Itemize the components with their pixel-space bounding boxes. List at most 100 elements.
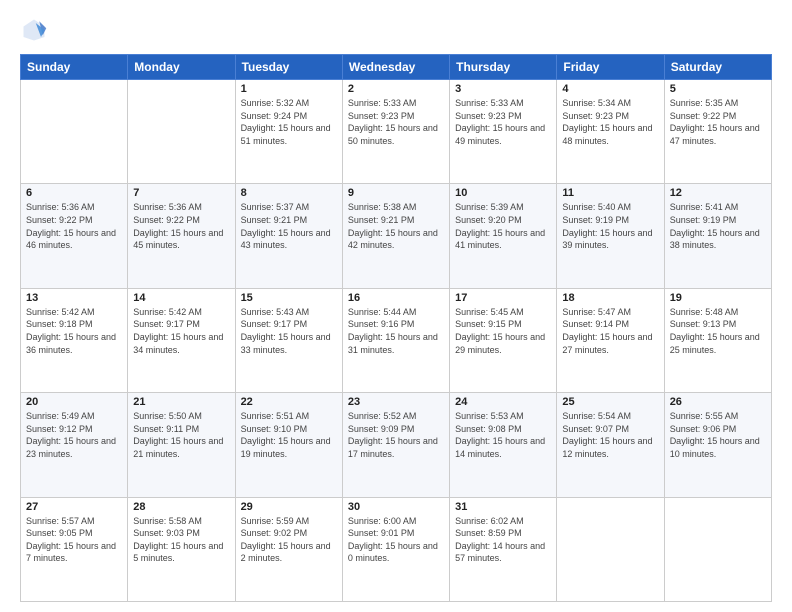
calendar-cell: 14Sunrise: 5:42 AMSunset: 9:17 PMDayligh…	[128, 288, 235, 392]
calendar-cell: 30 Sunrise: 6:00 AMSunset: 9:01 PMDayligh…	[342, 497, 449, 601]
day-number: 7	[133, 187, 229, 199]
day-number: 4	[562, 83, 658, 95]
day-number: 30	[348, 501, 444, 513]
calendar-week-1: 1 Sunrise: 5:32 AMSunset: 9:24 PMDaylight…	[21, 80, 772, 184]
weekday-header-wednesday: Wednesday	[342, 55, 449, 80]
weekday-header-thursday: Thursday	[450, 55, 557, 80]
day-info: Sunrise: 5:36 AMSunset: 9:22 PMDaylight:…	[133, 201, 229, 251]
day-number: 12	[670, 187, 766, 199]
calendar-cell: 8 Sunrise: 5:37 AMSunset: 9:21 PMDaylight…	[235, 184, 342, 288]
calendar-cell: 24 Sunrise: 5:53 AMSunset: 9:08 PMDayligh…	[450, 393, 557, 497]
day-info: Sunrise: 5:33 AMSunset: 9:23 PMDaylight:…	[348, 97, 444, 147]
logo-icon	[20, 16, 48, 44]
calendar-cell: 1 Sunrise: 5:32 AMSunset: 9:24 PMDaylight…	[235, 80, 342, 184]
calendar-week-5: 27 Sunrise: 5:57 AMSunset: 9:05 PMDayligh…	[21, 497, 772, 601]
day-number: 17	[455, 292, 551, 304]
weekday-header-tuesday: Tuesday	[235, 55, 342, 80]
calendar-cell: 11Sunrise: 5:40 AMSunset: 9:19 PMDayligh…	[557, 184, 664, 288]
day-info: Sunrise: 5:54 AMSunset: 9:07 PMDaylight:…	[562, 410, 658, 460]
day-info: Sunrise: 5:47 AMSunset: 9:14 PMDaylight:…	[562, 306, 658, 356]
day-number: 21	[133, 396, 229, 408]
weekday-header-row: SundayMondayTuesdayWednesdayThursdayFrid…	[21, 55, 772, 80]
day-number: 26	[670, 396, 766, 408]
day-number: 18	[562, 292, 658, 304]
day-info: Sunrise: 5:51 AMSunset: 9:10 PMDaylight:…	[241, 410, 337, 460]
calendar-cell: 17 Sunrise: 5:45 AMSunset: 9:15 PMDayligh…	[450, 288, 557, 392]
calendar-cell: 25 Sunrise: 5:54 AMSunset: 9:07 PMDayligh…	[557, 393, 664, 497]
day-info: Sunrise: 5:33 AMSunset: 9:23 PMDaylight:…	[455, 97, 551, 147]
calendar-cell	[128, 80, 235, 184]
day-number: 27	[26, 501, 122, 513]
day-number: 9	[348, 187, 444, 199]
calendar-cell: 2 Sunrise: 5:33 AMSunset: 9:23 PMDaylight…	[342, 80, 449, 184]
weekday-header-monday: Monday	[128, 55, 235, 80]
calendar-cell: 22 Sunrise: 5:51 AMSunset: 9:10 PMDayligh…	[235, 393, 342, 497]
calendar-cell: 21 Sunrise: 5:50 AMSunset: 9:11 PMDayligh…	[128, 393, 235, 497]
calendar-cell: 23 Sunrise: 5:52 AMSunset: 9:09 PMDayligh…	[342, 393, 449, 497]
calendar-cell: 9Sunrise: 5:38 AMSunset: 9:21 PMDaylight…	[342, 184, 449, 288]
calendar-cell: 5Sunrise: 5:35 AMSunset: 9:22 PMDaylight…	[664, 80, 771, 184]
day-info: Sunrise: 5:35 AMSunset: 9:22 PMDaylight:…	[670, 97, 766, 147]
day-number: 23	[348, 396, 444, 408]
day-info: Sunrise: 5:59 AMSunset: 9:02 PMDaylight:…	[241, 515, 337, 565]
calendar-table: SundayMondayTuesdayWednesdayThursdayFrid…	[20, 54, 772, 602]
day-number: 29	[241, 501, 337, 513]
day-number: 15	[241, 292, 337, 304]
calendar-cell: 20Sunrise: 5:49 AMSunset: 9:12 PMDayligh…	[21, 393, 128, 497]
calendar-cell: 18 Sunrise: 5:47 AMSunset: 9:14 PMDayligh…	[557, 288, 664, 392]
day-info: Sunrise: 6:02 AMSunset: 8:59 PMDaylight:…	[455, 515, 551, 565]
day-number: 25	[562, 396, 658, 408]
calendar-cell: 12 Sunrise: 5:41 AMSunset: 9:19 PMDayligh…	[664, 184, 771, 288]
calendar-cell	[21, 80, 128, 184]
day-info: Sunrise: 5:44 AMSunset: 9:16 PMDaylight:…	[348, 306, 444, 356]
day-info: Sunrise: 5:52 AMSunset: 9:09 PMDaylight:…	[348, 410, 444, 460]
day-number: 24	[455, 396, 551, 408]
day-number: 22	[241, 396, 337, 408]
day-number: 16	[348, 292, 444, 304]
weekday-header-sunday: Sunday	[21, 55, 128, 80]
day-info: Sunrise: 5:55 AMSunset: 9:06 PMDaylight:…	[670, 410, 766, 460]
day-info: Sunrise: 5:42 AMSunset: 9:17 PMDaylight:…	[133, 306, 229, 356]
day-number: 2	[348, 83, 444, 95]
day-number: 31	[455, 501, 551, 513]
day-info: Sunrise: 5:42 AMSunset: 9:18 PMDaylight:…	[26, 306, 122, 356]
calendar-cell: 13 Sunrise: 5:42 AMSunset: 9:18 PMDayligh…	[21, 288, 128, 392]
day-info: Sunrise: 5:41 AMSunset: 9:19 PMDaylight:…	[670, 201, 766, 251]
day-number: 6	[26, 187, 122, 199]
day-info: Sunrise: 5:57 AMSunset: 9:05 PMDaylight:…	[26, 515, 122, 565]
calendar-cell: 29 Sunrise: 5:59 AMSunset: 9:02 PMDayligh…	[235, 497, 342, 601]
day-info: Sunrise: 5:50 AMSunset: 9:11 PMDaylight:…	[133, 410, 229, 460]
day-info: Sunrise: 5:34 AMSunset: 9:23 PMDaylight:…	[562, 97, 658, 147]
weekday-header-saturday: Saturday	[664, 55, 771, 80]
calendar-cell: 16 Sunrise: 5:44 AMSunset: 9:16 PMDayligh…	[342, 288, 449, 392]
weekday-header-friday: Friday	[557, 55, 664, 80]
day-number: 3	[455, 83, 551, 95]
calendar-cell: 7 Sunrise: 5:36 AMSunset: 9:22 PMDaylight…	[128, 184, 235, 288]
calendar-cell: 27 Sunrise: 5:57 AMSunset: 9:05 PMDayligh…	[21, 497, 128, 601]
day-info: Sunrise: 5:40 AMSunset: 9:19 PMDaylight:…	[562, 201, 658, 251]
calendar-cell: 6 Sunrise: 5:36 AMSunset: 9:22 PMDaylight…	[21, 184, 128, 288]
day-info: Sunrise: 5:39 AMSunset: 9:20 PMDaylight:…	[455, 201, 551, 251]
day-number: 13	[26, 292, 122, 304]
day-info: Sunrise: 5:45 AMSunset: 9:15 PMDaylight:…	[455, 306, 551, 356]
day-info: Sunrise: 5:37 AMSunset: 9:21 PMDaylight:…	[241, 201, 337, 251]
day-info: Sunrise: 5:43 AMSunset: 9:17 PMDaylight:…	[241, 306, 337, 356]
day-number: 8	[241, 187, 337, 199]
calendar-cell: 10 Sunrise: 5:39 AMSunset: 9:20 PMDayligh…	[450, 184, 557, 288]
header	[20, 16, 772, 44]
day-info: Sunrise: 5:32 AMSunset: 9:24 PMDaylight:…	[241, 97, 337, 147]
day-number: 1	[241, 83, 337, 95]
calendar-cell	[557, 497, 664, 601]
day-number: 19	[670, 292, 766, 304]
calendar-page: SundayMondayTuesdayWednesdayThursdayFrid…	[0, 0, 792, 612]
day-number: 10	[455, 187, 551, 199]
calendar-cell: 28Sunrise: 5:58 AMSunset: 9:03 PMDayligh…	[128, 497, 235, 601]
calendar-cell	[664, 497, 771, 601]
day-info: Sunrise: 5:36 AMSunset: 9:22 PMDaylight:…	[26, 201, 122, 251]
day-info: Sunrise: 6:00 AMSunset: 9:01 PMDaylight:…	[348, 515, 444, 565]
day-number: 20	[26, 396, 122, 408]
calendar-week-4: 20Sunrise: 5:49 AMSunset: 9:12 PMDayligh…	[21, 393, 772, 497]
calendar-cell: 3 Sunrise: 5:33 AMSunset: 9:23 PMDaylight…	[450, 80, 557, 184]
calendar-week-2: 6 Sunrise: 5:36 AMSunset: 9:22 PMDaylight…	[21, 184, 772, 288]
day-info: Sunrise: 5:53 AMSunset: 9:08 PMDaylight:…	[455, 410, 551, 460]
